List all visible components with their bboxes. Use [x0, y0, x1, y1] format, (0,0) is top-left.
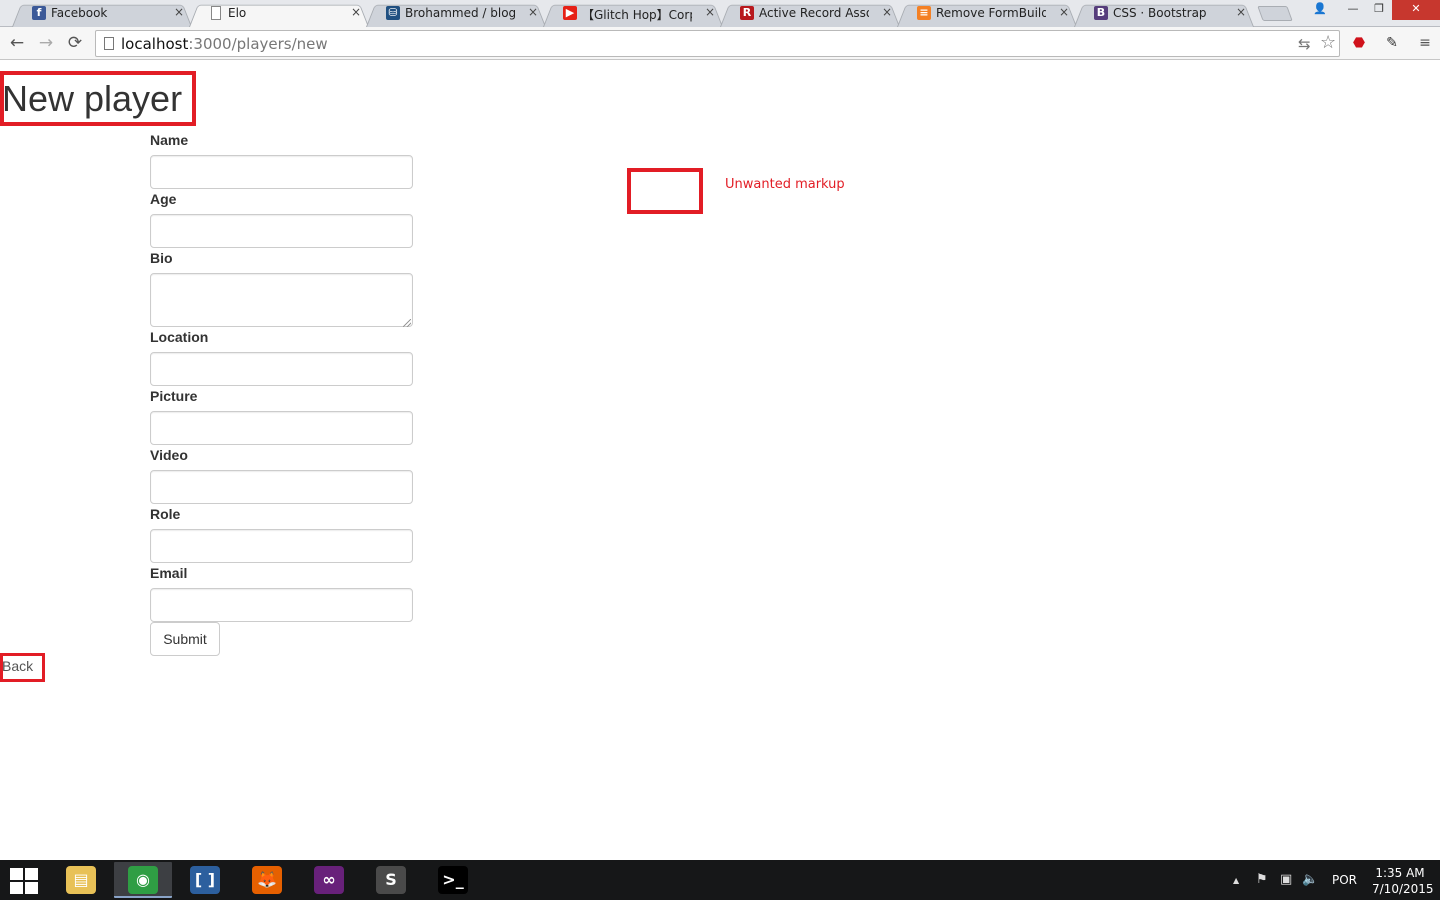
forward-arrow-icon[interactable]: →	[34, 32, 58, 54]
input-language[interactable]: POR	[1332, 873, 1357, 887]
textarea-resize-grip[interactable]	[403, 319, 411, 327]
action-center-flag-icon[interactable]: ⚑	[1256, 872, 1268, 887]
back-link[interactable]: Back	[2, 658, 33, 674]
annotation-label: Unwanted markup	[725, 177, 845, 192]
browser-tab[interactable]: ≡ Remove FormBuilder ht ×	[897, 2, 1077, 28]
rails-icon: R	[740, 6, 754, 20]
evernote-icon[interactable]: ✎	[1382, 33, 1402, 53]
start-pane	[10, 868, 23, 880]
name-label: Name	[150, 132, 189, 148]
tab-title: Active Record Associati	[759, 6, 869, 20]
browser-tab-strip: f Facebook × Elo × ⛁ Brohammed / blog — B × ▶ 【Gl…	[0, 0, 1440, 28]
close-icon[interactable]: ×	[528, 5, 538, 19]
bitbucket-icon: ⛁	[386, 6, 400, 20]
url-host: localhost	[121, 35, 189, 53]
translate-icon[interactable]: ⇆	[1298, 35, 1311, 53]
annotation-box-unwanted	[627, 168, 703, 214]
chrome-icon: ◉	[128, 866, 158, 894]
firefox-icon: 🦊	[252, 866, 282, 894]
browser-tab[interactable]: R Active Record Associati ×	[720, 2, 900, 28]
file-explorer-icon: ▤	[66, 866, 96, 894]
chrome-menu-icon[interactable]: ≡	[1415, 33, 1435, 53]
taskbar-app[interactable]: ◉	[114, 862, 172, 898]
video-input[interactable]	[150, 470, 413, 504]
bio-input[interactable]	[150, 273, 413, 327]
command-prompt-icon: >_	[438, 866, 468, 894]
email-label: Email	[150, 565, 188, 581]
taskbar-app[interactable]: ▤	[52, 862, 110, 898]
start-pane	[10, 882, 23, 894]
clock-time: 1:35 AM	[1375, 866, 1425, 880]
browser-toolbar: ← → ⟳ localhost:3000/players/new ⇆ ☆ ⬣ ✎ ≡	[0, 27, 1440, 60]
reload-icon[interactable]: ⟳	[63, 32, 87, 54]
start-pane	[25, 882, 38, 894]
email-input[interactable]	[150, 588, 413, 622]
tab-title: Brohammed / blog — B	[405, 6, 515, 20]
window-close-button[interactable]: ✕	[1392, 0, 1440, 20]
brackets-icon: [ ]	[190, 866, 220, 894]
tab-title: Facebook	[51, 6, 108, 20]
adblock-icon[interactable]: ⬣	[1349, 33, 1369, 53]
tab-title: 【Glitch Hop】Corporat	[582, 8, 692, 22]
picture-input[interactable]	[150, 411, 413, 445]
browser-tab[interactable]: ▶ 【Glitch Hop】Corporat ×	[543, 2, 723, 28]
taskbar-app[interactable]: >_	[424, 862, 482, 898]
tab-title: Remove FormBuilder ht	[936, 6, 1046, 20]
close-icon[interactable]: ×	[882, 5, 892, 19]
close-icon[interactable]: ×	[705, 5, 715, 19]
taskbar-app[interactable]: 🦊	[238, 862, 296, 898]
close-icon[interactable]: ×	[351, 5, 361, 19]
page-content: New player Name Age Bio Location Picture Vide…	[0, 61, 1440, 860]
volume-icon[interactable]: 🔈	[1302, 872, 1318, 887]
address-bar[interactable]: localhost:3000/players/new ⇆ ☆	[95, 30, 1340, 57]
sublime-text-icon: S	[376, 866, 406, 894]
page-icon	[211, 6, 221, 20]
tab-title: CSS · Bootstrap	[1113, 6, 1207, 20]
facebook-icon: f	[32, 6, 46, 20]
stackoverflow-icon: ≡	[917, 6, 931, 20]
bio-label: Bio	[150, 250, 173, 266]
location-input[interactable]	[150, 352, 413, 386]
page-icon	[104, 37, 114, 50]
maximize-button[interactable]: ❐	[1366, 0, 1392, 20]
submit-button[interactable]: Submit	[150, 622, 220, 656]
url-path: :3000/players/new	[188, 35, 328, 53]
age-label: Age	[150, 191, 177, 207]
taskbar-app[interactable]: ∞	[300, 862, 358, 898]
windows-taskbar: ▤ ◉ [ ] 🦊 ∞ S >_ ▲ ⚑ ▣ 🔈 POR 1:35 AM 7/10/2015	[0, 860, 1440, 900]
browser-tab[interactable]: Elo ×	[189, 2, 369, 28]
close-icon[interactable]: ×	[1059, 5, 1069, 19]
tray-expand-icon[interactable]: ▲	[1233, 876, 1239, 885]
new-tab-button[interactable]	[1257, 6, 1293, 21]
video-label: Video	[150, 447, 188, 463]
age-input[interactable]	[150, 214, 413, 248]
bootstrap-icon: B	[1094, 6, 1108, 20]
taskbar-app[interactable]: S	[362, 862, 420, 898]
browser-tab[interactable]: f Facebook ×	[12, 2, 192, 28]
close-icon[interactable]: ×	[174, 5, 184, 19]
role-label: Role	[150, 506, 181, 522]
taskbar-app[interactable]: [ ]	[176, 862, 234, 898]
browser-tab[interactable]: B CSS · Bootstrap ×	[1074, 2, 1254, 28]
user-icon[interactable]: 👤	[1308, 0, 1332, 20]
location-label: Location	[150, 329, 209, 345]
page-title: New player	[2, 78, 183, 119]
start-pane	[25, 868, 38, 880]
bookmark-star-icon[interactable]: ☆	[1320, 32, 1336, 53]
browser-tab[interactable]: ⛁ Brohammed / blog — B ×	[366, 2, 546, 28]
network-icon[interactable]: ▣	[1280, 872, 1292, 887]
tab-title: Elo	[228, 6, 247, 20]
clock-date: 7/10/2015	[1372, 882, 1434, 896]
picture-label: Picture	[150, 388, 198, 404]
back-arrow-icon[interactable]: ←	[5, 32, 29, 54]
url-text[interactable]: localhost:3000/players/new	[121, 35, 328, 53]
role-input[interactable]	[150, 529, 413, 563]
youtube-icon: ▶	[563, 6, 577, 20]
clock[interactable]: 1:35 AM 7/10/2015	[1372, 865, 1434, 897]
name-input[interactable]	[150, 155, 413, 189]
visual-studio-icon: ∞	[314, 866, 344, 894]
minimize-button[interactable]: —	[1340, 0, 1366, 20]
close-icon[interactable]: ×	[1236, 5, 1246, 19]
windows-start-icon[interactable]	[10, 868, 38, 894]
